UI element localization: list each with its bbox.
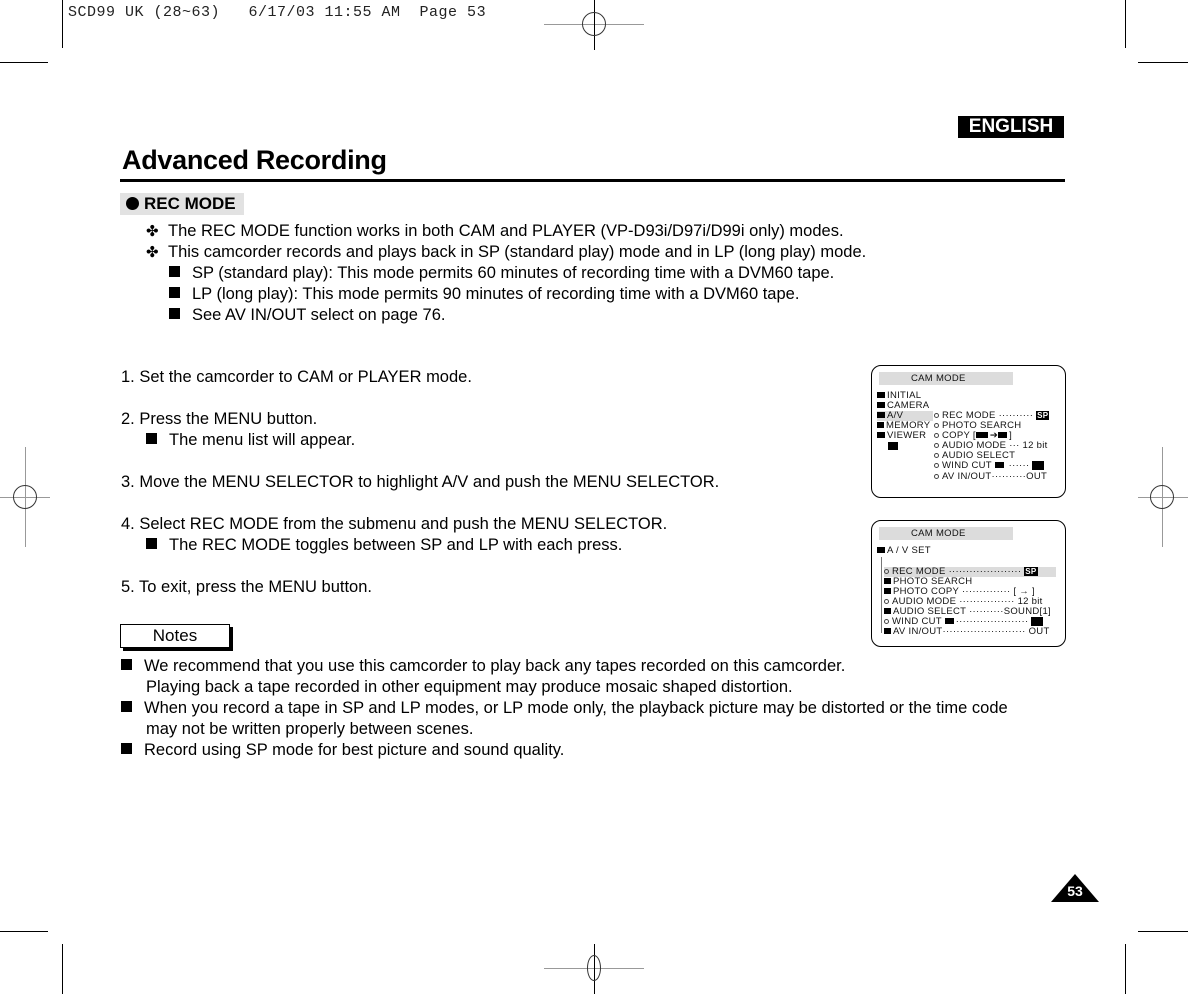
square-bullet-icon (169, 266, 180, 277)
folder-icon (877, 547, 885, 553)
step-4-sub: The REC MODE toggles between SP and LP w… (121, 535, 719, 556)
osd-menu-item: VIEWER (877, 431, 926, 441)
section-heading-label: REC MODE (144, 194, 236, 213)
crop-mark (1138, 62, 1188, 63)
registration-mark (13, 485, 37, 509)
crop-mark (1125, 0, 1126, 48)
photo-icon (884, 588, 891, 594)
crop-mark (1138, 931, 1188, 932)
note-item-cont: may not be written properly between scen… (146, 720, 474, 738)
note-item: When you record a tape in SP and LP mode… (121, 698, 1008, 719)
face-icon (888, 442, 900, 452)
circle-icon (934, 443, 939, 448)
step-1: 1. Set the camcorder to CAM or PLAYER mo… (121, 368, 472, 386)
circle-icon (934, 433, 939, 438)
osd-screen-submenu: CAM MODE A / V SET REC MODE ············… (871, 520, 1066, 647)
osd-header: CAM MODE (879, 372, 1013, 385)
circle-icon (884, 599, 889, 604)
step-2-sub: The menu list will appear. (121, 430, 719, 451)
square-bullet-icon (169, 287, 180, 298)
step-2: 2. Press the MENU button. (121, 410, 318, 428)
note-item: Record using SP mode for best picture an… (121, 740, 1008, 761)
notes-label: Notes (120, 624, 230, 648)
av-icon (884, 628, 891, 634)
note-item: We recommend that you use this camcorder… (121, 656, 1008, 677)
osd-screen-menu: CAM MODE INITIAL CAMERA A/V MEMORY VIEWE… (871, 365, 1066, 498)
square-bullet-icon (146, 433, 157, 444)
bullet-dot-icon (126, 197, 139, 210)
folder-icon (877, 412, 885, 418)
osd-group: A / V SET (877, 546, 931, 556)
crop-mark (62, 0, 63, 48)
square-bullet-icon (121, 743, 132, 754)
osd-menu-item: CAMERA (877, 401, 929, 411)
clover-bullet-icon: ✤ (146, 244, 159, 261)
square-bullet-icon (146, 538, 157, 549)
circle-icon (934, 463, 939, 468)
crop-mark (1125, 944, 1126, 994)
intro-sub-bullet: LP (long play): This mode permits 90 min… (146, 284, 866, 305)
note-item-cont: Playing back a tape recorded in other eq… (146, 678, 793, 696)
osd-sub-item: AV IN/OUT························ OUT (884, 627, 1050, 637)
square-bullet-icon (169, 308, 180, 319)
registration-mark (582, 12, 606, 36)
square-bullet-icon (121, 701, 132, 712)
title-divider (120, 179, 1065, 182)
intro-bullet: ✤ This camcorder records and plays back i… (146, 243, 867, 261)
osd-sub-item: WIND CUT ······ (934, 461, 1045, 471)
crop-mark (62, 944, 63, 994)
audio-icon (884, 608, 891, 614)
step-5: 5. To exit, press the MENU button. (121, 578, 372, 596)
notes-list: We recommend that you use this camcorder… (121, 656, 1008, 761)
circle-icon (934, 474, 939, 479)
circle-icon (934, 413, 939, 418)
crop-mark (0, 931, 48, 932)
page-title: Advanced Recording (122, 145, 387, 175)
square-bullet-icon (121, 659, 132, 670)
intro-sub-bullet: SP (standard play): This mode permits 60… (146, 263, 866, 284)
print-slug: SCD99 UK (28~63) 6/17/03 11:55 AM Page 5… (68, 4, 487, 21)
registration-mark (1150, 485, 1174, 509)
circle-icon (884, 569, 889, 574)
osd-header: CAM MODE (879, 527, 1013, 540)
folder-icon (877, 402, 885, 408)
circle-icon (884, 619, 889, 624)
photo-icon (884, 578, 891, 584)
clover-bullet-icon: ✤ (146, 223, 159, 240)
page-number: 53 (1067, 883, 1083, 899)
folder-icon (877, 392, 885, 398)
steps-list: 1. Set the camcorder to CAM or PLAYER mo… (121, 367, 719, 598)
memory-icon (877, 422, 884, 428)
folder-icon (877, 432, 885, 438)
section-heading: REC MODE (120, 193, 244, 215)
circle-icon (934, 423, 939, 428)
intro-bullet: ✤ The REC MODE function works in both CAM… (146, 222, 844, 240)
intro-list: ✤ The REC MODE function works in both CAM… (146, 221, 866, 326)
circle-icon (934, 453, 939, 458)
registration-mark (587, 955, 601, 981)
step-3: 3. Move the MENU SELECTOR to highlight A… (121, 473, 720, 491)
language-tab: ENGLISH (958, 116, 1064, 138)
osd-sub-item: AV IN/OUT··········OUT (934, 472, 1047, 482)
intro-sub-bullet: See AV IN/OUT select on page 76. (146, 305, 866, 326)
crop-mark (0, 62, 48, 63)
step-4: 4. Select REC MODE from the submenu and … (121, 515, 668, 533)
